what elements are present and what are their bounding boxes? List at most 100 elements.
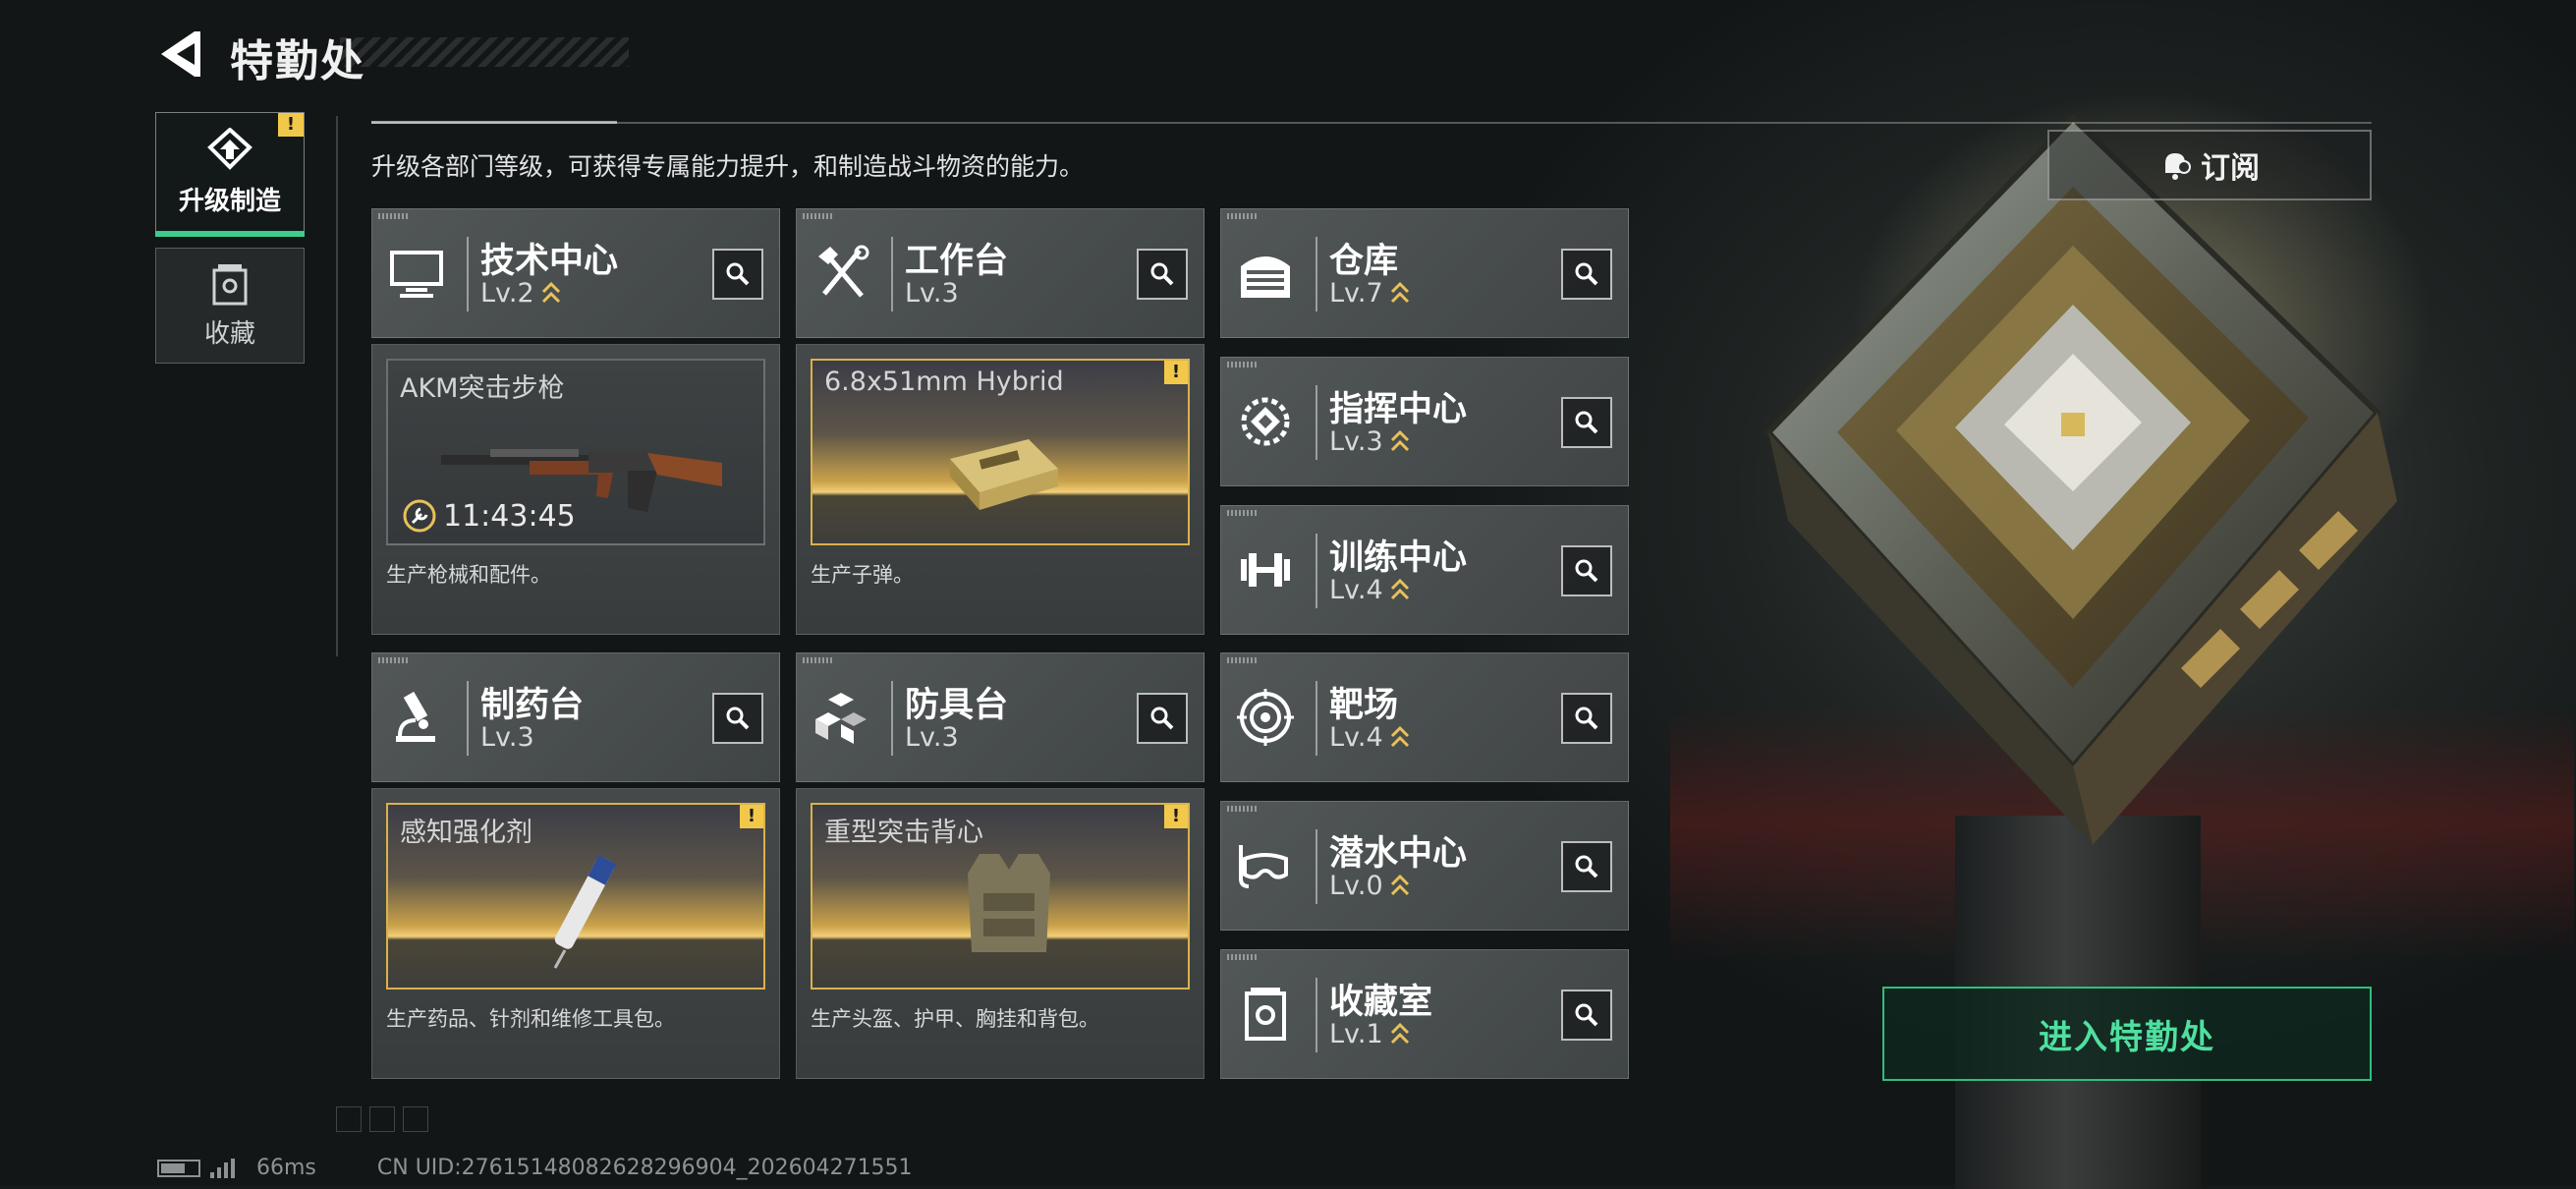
- search-button[interactable]: [712, 249, 763, 300]
- target-icon: [1237, 689, 1294, 746]
- card-divider: [1316, 681, 1317, 756]
- search-icon: [726, 707, 750, 730]
- card-corner-mark: [1227, 362, 1257, 368]
- card-divider: [467, 681, 469, 756]
- search-button[interactable]: [1561, 990, 1612, 1041]
- search-button[interactable]: [1561, 545, 1612, 596]
- production-timer: 11:43:45: [402, 498, 576, 534]
- dept-card-workbench[interactable]: 工作台 Lv.3: [796, 208, 1204, 338]
- production-description: 生产药品、针剂和维修工具包。: [386, 1007, 675, 1031]
- subscribe-button[interactable]: 订阅: [2047, 130, 2372, 200]
- dept-card-collection-room[interactable]: 收藏室 Lv.1: [1220, 949, 1629, 1079]
- dept-level: Lv.1: [1329, 1019, 1411, 1049]
- battery-icon: [157, 1159, 200, 1177]
- dept-name: 仓库: [1329, 242, 1399, 281]
- card-corner-mark: [1227, 806, 1257, 812]
- enter-special-ops-button[interactable]: 进入特勤处: [1882, 987, 2372, 1081]
- armor-cubes-icon: [815, 693, 867, 744]
- production-item-name: 6.8x51mm Hybrid: [824, 367, 1064, 397]
- card-divider: [1316, 237, 1317, 311]
- injector-image: [553, 855, 617, 969]
- production-panel-tech-center[interactable]: AKM突击步枪 11:43:45 生产枪械和配件。: [371, 344, 780, 635]
- dept-level: Lv.4: [1329, 722, 1411, 753]
- dept-card-pharmacy[interactable]: 制药台 Lv.3: [371, 652, 780, 782]
- dept-card-tech-center[interactable]: 技术中心 Lv.2: [371, 208, 780, 338]
- upgrade-chevron-icon: [1390, 874, 1409, 896]
- dept-name: 工作台: [905, 242, 1009, 281]
- search-icon: [1575, 411, 1598, 434]
- search-icon: [726, 262, 750, 286]
- dept-level: Lv.2: [480, 278, 562, 309]
- production-slot[interactable]: ! 感知强化剂: [386, 803, 765, 990]
- dept-card-diving-center[interactable]: 潜水中心 Lv.0: [1220, 801, 1629, 931]
- production-item-name: 感知强化剂: [400, 818, 532, 848]
- card-divider: [1316, 829, 1317, 904]
- dept-card-command-center[interactable]: 指挥中心 Lv.3: [1220, 357, 1629, 486]
- alert-badge: !: [1164, 805, 1188, 828]
- card-corner-mark: [1227, 510, 1257, 516]
- dept-level: Lv.0: [1329, 871, 1411, 901]
- bell-icon: [2165, 153, 2191, 180]
- header-divider-accent: [371, 121, 617, 124]
- dept-level: Lv.3: [905, 722, 959, 753]
- nav-label: 收藏: [203, 318, 255, 349]
- search-button[interactable]: [1561, 841, 1612, 892]
- alert-badge: !: [740, 805, 763, 828]
- search-button[interactable]: [1137, 693, 1188, 744]
- search-button[interactable]: [1137, 249, 1188, 300]
- search-button[interactable]: [1561, 397, 1612, 448]
- dept-card-warehouse[interactable]: 仓库 Lv.7: [1220, 208, 1629, 338]
- back-arrow-icon[interactable]: [155, 28, 204, 81]
- upgrade-chevron-icon: [541, 281, 560, 304]
- card-corner-mark: [378, 657, 408, 663]
- production-slot[interactable]: AKM突击步枪 11:43:45: [386, 359, 765, 545]
- search-button[interactable]: [1561, 249, 1612, 300]
- card-corner-mark: [1227, 213, 1257, 219]
- search-button[interactable]: [1561, 693, 1612, 744]
- dept-card-armor[interactable]: 防具台 Lv.3: [796, 652, 1204, 782]
- ammo-box-image: [950, 439, 1058, 510]
- upgrade-chevron-icon: [1390, 578, 1409, 600]
- bottom-decoration: [336, 1106, 428, 1132]
- card-divider: [1316, 534, 1317, 608]
- card-divider: [1316, 978, 1317, 1052]
- dept-level: Lv.3: [905, 278, 959, 309]
- trophy-icon: [1245, 988, 1286, 1041]
- dept-level: Lv.4: [1329, 575, 1411, 605]
- nav-tab-upgrade-craft[interactable]: ! 升级制造: [155, 112, 305, 237]
- nav-tab-favorites[interactable]: 收藏: [155, 248, 305, 364]
- card-corner-mark: [1227, 954, 1257, 960]
- search-icon: [1575, 1003, 1598, 1027]
- header-divider: [371, 122, 2372, 124]
- dept-level: Lv.3: [480, 722, 534, 753]
- search-icon: [1150, 262, 1174, 286]
- card-divider: [1316, 385, 1317, 460]
- search-icon: [1150, 707, 1174, 730]
- production-panel-workbench[interactable]: ! 6.8x51mm Hybrid 生产子弹。: [796, 344, 1204, 635]
- page-description: 升级各部门等级，可获得专属能力提升，和制造战斗物资的能力。: [371, 152, 1085, 181]
- production-panel-pharmacy[interactable]: ! 感知强化剂 生产药品、针剂和维修工具包。: [371, 788, 780, 1079]
- card-divider: [467, 237, 469, 311]
- production-slot[interactable]: ! 6.8x51mm Hybrid: [811, 359, 1190, 545]
- production-slot[interactable]: ! 重型突击背心: [811, 803, 1190, 990]
- dept-name: 防具台: [905, 686, 1009, 725]
- timer-wrench-icon: [403, 499, 436, 533]
- dept-name: 靶场: [1329, 686, 1399, 725]
- production-panel-armor[interactable]: ! 重型突击背心 生产头盔、护甲、胸挂和背包。: [796, 788, 1204, 1079]
- microscope-icon: [396, 691, 435, 742]
- upgrade-gear-icon: [207, 127, 252, 170]
- dept-card-training-center[interactable]: 训练中心 Lv.4: [1220, 505, 1629, 635]
- search-button[interactable]: [712, 693, 763, 744]
- upgrade-chevron-icon: [1390, 281, 1409, 304]
- status-footer: 66ms CN UID:27615148082628296904_2026042…: [157, 1156, 913, 1180]
- chip-icon: [1241, 397, 1290, 446]
- page-title: 特勤处: [230, 36, 365, 86]
- dept-card-shooting-range[interactable]: 靶场 Lv.4: [1220, 652, 1629, 782]
- card-corner-mark: [803, 213, 832, 219]
- signal-icon: [210, 1158, 235, 1178]
- dept-name: 训练中心: [1329, 538, 1468, 578]
- user-uid: CN UID:27615148082628296904_202604271551: [376, 1156, 913, 1180]
- monitor-icon: [390, 251, 443, 298]
- dept-name: 技术中心: [480, 242, 619, 281]
- dept-level: Lv.3: [1329, 426, 1411, 457]
